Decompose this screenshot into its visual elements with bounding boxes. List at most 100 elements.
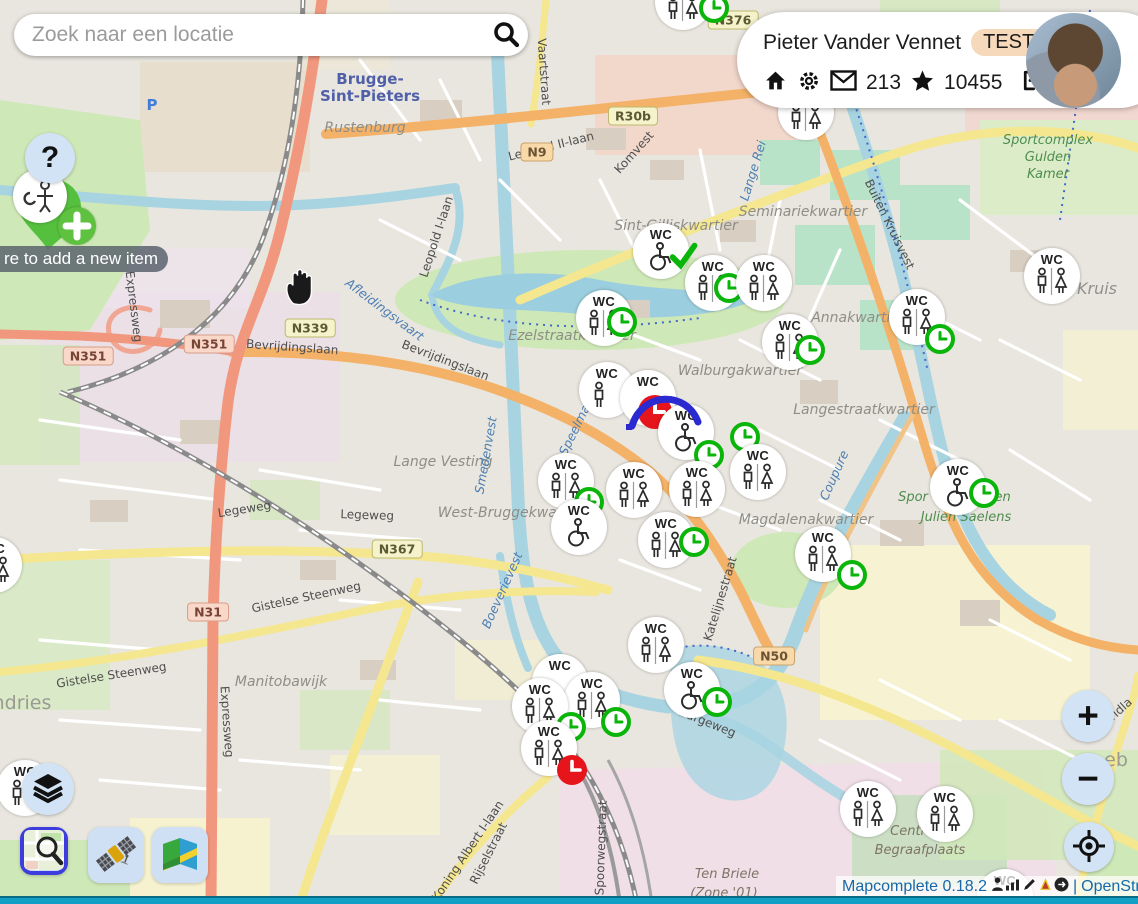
attribution-separator: | xyxy=(1073,878,1077,896)
toilet-marker[interactable]: WC xyxy=(736,255,792,311)
toilet-type-icon xyxy=(740,463,776,493)
marker-wc-label: WC xyxy=(0,541,22,556)
toilet-tools-icon xyxy=(22,177,60,215)
open-hours-badge xyxy=(699,0,729,23)
toilet-marker[interactable]: WC xyxy=(576,290,632,346)
toilet-type-icon xyxy=(927,805,963,835)
toilet-type-icon xyxy=(561,518,597,548)
marker-wc-label: WC xyxy=(664,666,720,681)
messages-count: 213 xyxy=(866,71,901,95)
markers-layer: WC WC WC xyxy=(0,0,1138,904)
attribution-bar: Mapcomplete 0.18.2 | OpenStreetMap xyxy=(836,876,1138,897)
toilet-marker[interactable]: WC xyxy=(0,537,22,593)
marker-wc-label: WC xyxy=(628,621,684,636)
marker-wc-label: WC xyxy=(930,463,986,478)
toilet-marker[interactable]: WC xyxy=(917,786,973,842)
changesets-count: 10455 xyxy=(944,71,1002,95)
marker-wc-label: WC xyxy=(889,293,945,308)
marker-wc-label: WC xyxy=(606,466,662,481)
open-hours-badge xyxy=(969,478,999,508)
toilet-marker[interactable]: WC xyxy=(889,289,945,345)
add-item-hint: re to add a new item xyxy=(0,246,168,272)
marker-wc-label: WC xyxy=(551,503,607,518)
add-icon xyxy=(58,207,96,245)
toilet-marker[interactable]: WC xyxy=(633,223,689,279)
toilet-marker[interactable]: WC xyxy=(762,314,818,370)
user-avatar[interactable] xyxy=(1026,13,1121,108)
geolocate-icon xyxy=(1072,829,1106,866)
search-button[interactable] xyxy=(484,14,528,56)
toilet-type-icon xyxy=(665,0,701,23)
toilet-marker[interactable]: WC xyxy=(795,526,851,582)
search-bar xyxy=(14,14,528,56)
license-icon[interactable] xyxy=(1054,877,1069,897)
satellite-icon xyxy=(94,832,138,879)
marker-wc-label: WC xyxy=(564,676,620,691)
marker-wc-label: WC xyxy=(521,724,577,739)
home-icon[interactable] xyxy=(763,68,788,98)
map-view[interactable]: Brugge- Sint-Pieters Rustenburg P Sint-G… xyxy=(0,0,1138,904)
gear-icon[interactable] xyxy=(797,69,821,98)
osm-carto-icon xyxy=(23,829,65,874)
toilet-type-icon xyxy=(746,274,782,304)
layers-button[interactable] xyxy=(22,763,74,815)
toilet-marker[interactable]: WC xyxy=(685,255,741,311)
open-hours-badge xyxy=(795,335,825,365)
background-osm-carto-button[interactable] xyxy=(20,827,68,875)
toilet-marker[interactable]: WC xyxy=(669,461,725,517)
marker-wc-label: WC xyxy=(532,658,588,673)
background-satellite-button[interactable] xyxy=(88,827,144,883)
openstreetmap-link[interactable]: OpenStreetMap xyxy=(1081,878,1138,896)
marker-wc-label: WC xyxy=(840,785,896,800)
messages-icon[interactable] xyxy=(830,70,857,96)
marker-wc-label: WC xyxy=(795,530,851,545)
contributors-icon[interactable] xyxy=(991,877,1004,897)
theme-logo-icon[interactable] xyxy=(1038,877,1053,897)
toilet-marker[interactable]: WC xyxy=(730,444,786,500)
toilet-marker[interactable]: WC xyxy=(840,781,896,837)
edit-pen-icon[interactable] xyxy=(1022,877,1037,897)
open-hours-badge xyxy=(837,560,867,590)
zoom-out-button[interactable]: − xyxy=(1062,753,1114,805)
statistics-icon[interactable] xyxy=(1005,877,1021,897)
toilet-marker[interactable]: WC xyxy=(930,459,986,515)
toilet-marker[interactable]: WC xyxy=(638,512,694,568)
toilet-marker[interactable]: WC xyxy=(551,499,607,555)
marker-wc-label: WC xyxy=(538,457,594,472)
folded-map-icon xyxy=(159,834,201,877)
toilet-marker[interactable]: WC xyxy=(606,462,662,518)
selected-arc-indicator xyxy=(622,384,708,432)
toilet-type-icon xyxy=(679,480,715,510)
toilet-marker[interactable]: WC xyxy=(521,720,577,776)
marker-wc-label: WC xyxy=(917,790,973,805)
background-map-button[interactable] xyxy=(152,827,208,883)
open-hours-badge xyxy=(679,527,709,557)
closed-hours-badge xyxy=(557,755,587,785)
toilet-marker[interactable]: WC xyxy=(655,0,711,30)
toilet-type-icon xyxy=(1034,267,1070,297)
hand-cursor-icon xyxy=(282,264,320,308)
search-input[interactable] xyxy=(14,23,484,47)
search-icon xyxy=(492,20,520,51)
marker-wc-label: WC xyxy=(633,227,689,242)
marker-wc-label: WC xyxy=(762,318,818,333)
toilet-type-icon xyxy=(805,545,841,575)
marker-wc-label: WC xyxy=(736,259,792,274)
zoom-in-button[interactable]: + xyxy=(1062,690,1114,742)
geolocate-button[interactable] xyxy=(1064,822,1114,872)
open-hours-badge xyxy=(702,687,732,717)
open-hours-badge xyxy=(607,307,637,337)
marker-wc-label: WC xyxy=(1024,252,1080,267)
mapcomplete-version-link[interactable]: Mapcomplete 0.18.2 xyxy=(842,878,987,896)
marker-wc-label: WC xyxy=(512,682,568,697)
toilet-type-icon xyxy=(0,556,12,586)
open-hours-badge xyxy=(925,324,955,354)
toilet-marker[interactable]: WC xyxy=(1024,248,1080,304)
toilet-marker[interactable]: WC xyxy=(664,662,720,718)
help-button[interactable]: ? xyxy=(25,133,75,183)
bottom-panel-edge[interactable] xyxy=(0,896,1138,904)
star-icon[interactable] xyxy=(910,69,935,98)
toilet-type-icon xyxy=(616,481,652,511)
toilet-type-icon xyxy=(850,800,886,830)
layers-icon xyxy=(32,773,64,806)
